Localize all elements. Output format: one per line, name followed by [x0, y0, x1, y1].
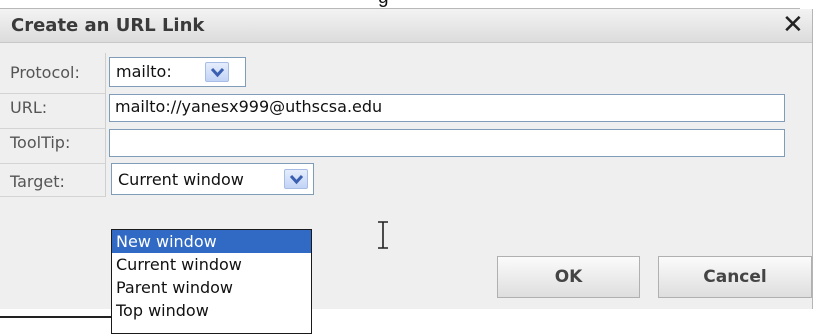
target-value: Current window	[118, 170, 244, 189]
url-label: URL:	[10, 98, 48, 117]
url-input[interactable]: mailto://yanesx999@uthscsa.edu	[109, 94, 785, 122]
target-dropdown-list: New window Current window Parent window …	[111, 229, 312, 334]
dialog-titlebar: Create an URL Link ✕	[0, 9, 812, 43]
cancel-button[interactable]: Cancel	[658, 256, 812, 298]
protocol-select[interactable]: mailto:	[109, 57, 246, 87]
target-select[interactable]: Current window	[111, 163, 314, 195]
protocol-value: mailto:	[116, 62, 172, 81]
chevron-down-icon[interactable]	[284, 169, 308, 189]
protocol-label: Protocol:	[10, 63, 80, 82]
dialog-title: Create an URL Link	[11, 15, 205, 36]
text-cursor-icon	[378, 221, 388, 249]
tooltip-label: ToolTip:	[10, 133, 71, 152]
chevron-down-icon[interactable]	[205, 62, 229, 82]
target-option-new-window[interactable]: New window	[112, 230, 311, 253]
row-divider	[0, 196, 106, 197]
target-option-current-window[interactable]: Current window	[112, 253, 311, 276]
ok-button[interactable]: OK	[497, 256, 640, 298]
tooltip-input[interactable]	[109, 129, 785, 157]
target-option-top-window[interactable]: Top window	[112, 299, 311, 322]
target-option-parent-window[interactable]: Parent window	[112, 276, 311, 299]
row-divider	[0, 128, 106, 129]
row-divider	[0, 163, 106, 164]
close-icon[interactable]: ✕	[782, 10, 804, 40]
background-line	[0, 316, 112, 318]
row-divider	[0, 93, 106, 94]
label-column-divider	[105, 53, 106, 197]
target-label: Target:	[10, 172, 65, 191]
